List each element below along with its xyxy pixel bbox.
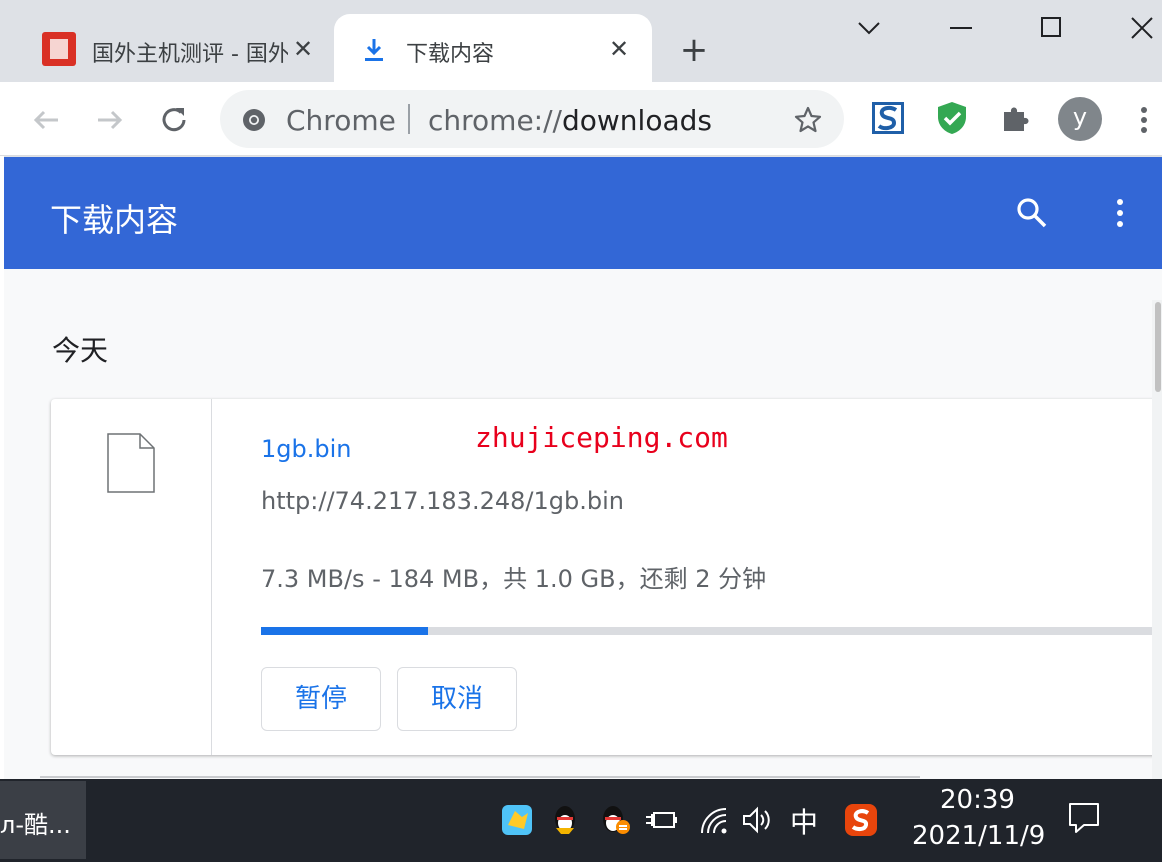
downloads-content: 今天 1gb.bin zhujiceping.com http://74.217… [4,269,1162,779]
tab-close-icon[interactable]: ✕ [290,36,316,62]
maximize-icon[interactable] [1028,8,1074,48]
download-item-card: 1gb.bin zhujiceping.com http://74.217.18… [51,399,1162,755]
minimize-icon[interactable] [938,8,984,48]
windows-taskbar: л-酷... 中 20:39 2021/11/9 [0,779,1162,862]
file-name-link[interactable]: 1gb.bin [261,435,351,463]
qq-message-icon[interactable] [598,803,632,837]
scrollbar-thumb[interactable] [1155,302,1161,392]
tab-close-icon[interactable]: ✕ [606,36,632,62]
tab-title: 下载内容 [406,42,495,67]
tab-strip: 国外主机测评 - 国外 ✕ 下载内容 ✕ + [0,0,1162,82]
more-vert-icon[interactable] [1110,195,1130,231]
input-method-indicator[interactable]: 中 [790,801,818,841]
taskbar-app-label: л-酷... [0,811,71,839]
notification-center-icon[interactable] [1066,799,1102,835]
site-favicon-icon [42,32,76,66]
more-vert-icon[interactable] [1132,100,1156,140]
app-tray-icon[interactable] [500,803,534,837]
card-divider [211,399,212,755]
tab-zhujiceping[interactable]: 国外主机测评 - 国外 ✕ [0,14,334,82]
forward-icon[interactable] [90,100,130,140]
back-icon[interactable] [26,100,66,140]
file-icon [107,433,155,493]
download-status: 7.3 MB/s - 184 MB，共 1.0 GB，还剩 2 分钟 [261,565,767,593]
qq-penguin-icon[interactable] [548,803,582,837]
source-url-link[interactable]: http://74.217.183.248/1gb.bin [261,487,624,515]
omnibox-divider [408,104,410,134]
address-bar[interactable]: Chrome chrome://downloads [220,90,844,148]
s-extension-icon[interactable] [870,100,906,136]
browser-toolbar: Chrome chrome://downloads y [0,82,1162,156]
battery-plug-icon[interactable] [644,803,678,837]
horizontal-scrollbar[interactable] [40,776,920,778]
reload-icon[interactable] [154,100,194,140]
volume-icon[interactable] [740,803,774,837]
pause-button[interactable]: 暂停 [261,667,381,731]
url-text[interactable]: chrome://downloads [428,104,712,137]
chrome-icon [243,109,265,131]
chevron-down-icon[interactable] [846,8,892,48]
shield-check-icon[interactable] [934,100,970,136]
sogou-ime-icon[interactable] [844,803,878,837]
profile-avatar[interactable]: y [1058,97,1102,141]
bookmark-star-icon[interactable] [792,104,824,136]
page-title: 下载内容 [50,201,179,239]
omnibox-chip-label: Chrome [286,104,396,137]
watermark-text: zhujiceping.com [475,421,728,454]
clock-date[interactable]: 2021/11/9 [912,821,1045,851]
wifi-icon[interactable] [696,803,730,837]
search-icon[interactable] [1014,195,1050,231]
tab-downloads[interactable]: 下载内容 ✕ [334,14,652,82]
date-section-header: 今天 [52,334,109,367]
download-icon [365,39,383,61]
cancel-button[interactable]: 取消 [397,667,517,731]
taskbar-app-item[interactable]: л-酷... [0,781,86,859]
downloads-header: 下载内容 [4,157,1162,269]
tab-title: 国外主机测评 - 国外 [92,42,288,67]
download-progress-fill [261,627,429,635]
clock-time[interactable]: 20:39 [940,785,1015,815]
extensions-puzzle-icon[interactable] [998,100,1034,136]
download-progress-bar [261,627,1162,635]
new-tab-button[interactable]: + [674,30,714,70]
close-window-icon[interactable] [1118,8,1162,48]
